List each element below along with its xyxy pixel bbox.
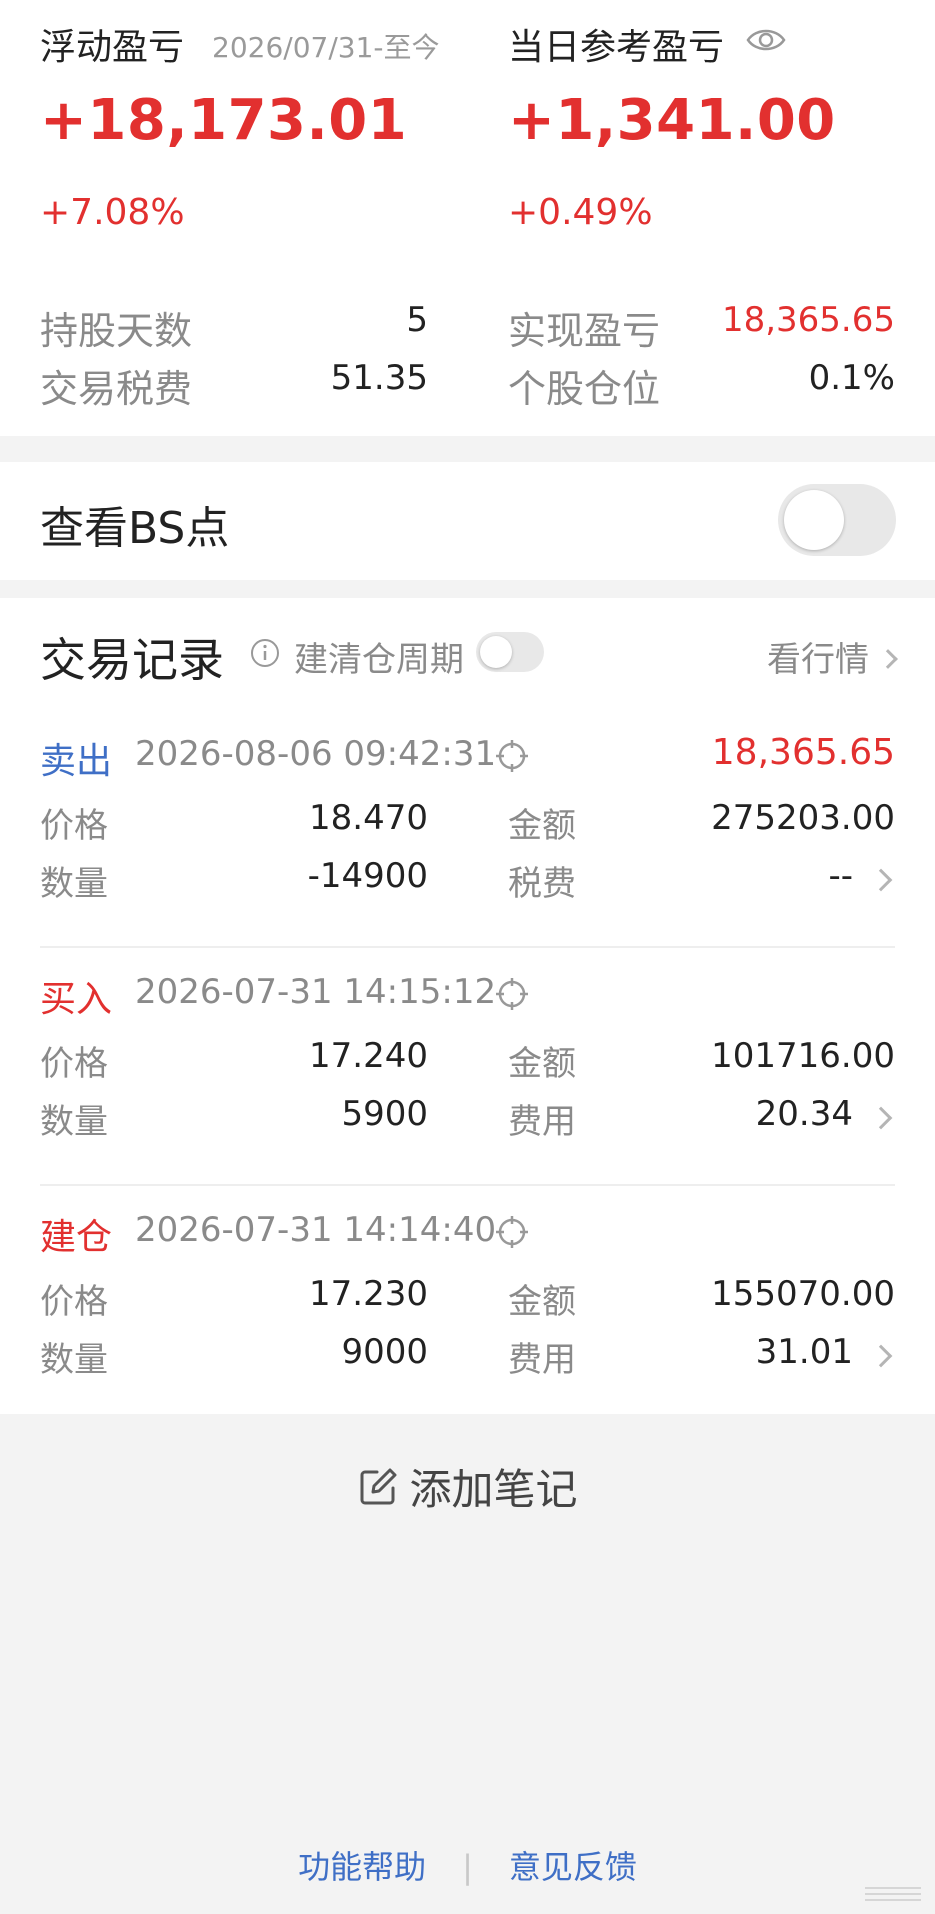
- trade-record[interactable]: 建仓 2026-07-31 14:14:40 价格 17.230 金额 1550…: [40, 1188, 895, 1424]
- amount-label: 金额: [508, 806, 576, 846]
- fee-label: 费用: [508, 1102, 576, 1142]
- help-link[interactable]: 功能帮助: [298, 1848, 426, 1886]
- bs-points-toggle[interactable]: [778, 484, 896, 556]
- footer-separator: |: [462, 1848, 473, 1886]
- view-market-link[interactable]: 看行情: [767, 632, 898, 681]
- amount-value: 101716.00: [711, 1036, 895, 1076]
- quantity-value: 5900: [341, 1094, 428, 1134]
- pl-summary-card: 浮动盈亏 2026/07/31-至今 +18,173.01 +7.08% 持股天…: [0, 0, 935, 436]
- fee-value: 20.34: [755, 1094, 853, 1134]
- quantity-label: 数量: [40, 864, 108, 904]
- amount-value: 155070.00: [711, 1274, 895, 1314]
- bs-points-label: 查看BS点: [40, 503, 230, 554]
- fee-value: 31.01: [755, 1332, 853, 1372]
- holding-days-label: 持股天数: [40, 309, 193, 353]
- floating-pl-value: +18,173.01: [40, 88, 408, 153]
- floating-pl-title: 浮动盈亏: [40, 27, 185, 68]
- trade-fees-label: 交易税费: [40, 367, 193, 411]
- bs-points-row: 查看BS点: [0, 462, 935, 580]
- quantity-label: 数量: [40, 1340, 108, 1380]
- info-icon[interactable]: [250, 638, 280, 668]
- date-range: 2026/07/31-至今: [212, 31, 440, 64]
- fee-label: 税费: [508, 864, 576, 904]
- chevron-right-icon[interactable]: [869, 1344, 893, 1368]
- price-label: 价格: [40, 806, 108, 846]
- trade-fees-value: 51.35: [330, 358, 428, 398]
- price-value: 17.240: [309, 1036, 428, 1076]
- quantity-value: 9000: [341, 1332, 428, 1372]
- chevron-right-icon: [878, 648, 898, 669]
- realized-pl-value: 18,365.65: [721, 300, 895, 340]
- position-ratio-value: 0.1%: [808, 358, 895, 398]
- trade-records-title: 交易记录: [40, 633, 224, 687]
- locate-icon[interactable]: [494, 738, 530, 774]
- cycle-label: 建清仓周期: [294, 640, 464, 680]
- eye-icon[interactable]: [746, 22, 786, 58]
- quantity-label: 数量: [40, 1102, 108, 1142]
- footer: 功能帮助 | 意见反馈: [0, 1842, 935, 1888]
- holding-days-value: 5: [406, 300, 428, 340]
- trade-record[interactable]: 卖出 2026-08-06 09:42:31 18,365.65 价格 18.4…: [40, 712, 895, 948]
- amount-label: 金额: [508, 1044, 576, 1084]
- trade-type: 买入: [40, 979, 113, 1020]
- price-label: 价格: [40, 1282, 108, 1322]
- chevron-right-icon[interactable]: [869, 868, 893, 892]
- daily-ref-pct: +0.49%: [508, 192, 653, 233]
- trade-records-card: 交易记录 建清仓周期 看行情 卖出 2026-08-06 09:42:31 18…: [0, 598, 935, 1414]
- trade-time: 2026-07-31 14:15:12: [135, 972, 497, 1012]
- chevron-right-icon[interactable]: [869, 1106, 893, 1130]
- trade-record[interactable]: 买入 2026-07-31 14:15:12 价格 17.240 金额 1017…: [40, 950, 895, 1186]
- daily-ref-value: +1,341.00: [508, 88, 836, 153]
- price-value: 18.470: [309, 798, 428, 838]
- amount-label: 金额: [508, 1282, 576, 1322]
- quantity-value: -14900: [307, 856, 428, 896]
- daily-ref-title: 当日参考盈亏: [508, 27, 725, 68]
- edit-icon: [360, 1468, 397, 1504]
- amount-value: 275203.00: [711, 798, 895, 838]
- trade-profit: 18,365.65: [711, 732, 895, 773]
- cycle-toggle-knob: [480, 636, 512, 668]
- fee-value: --: [828, 856, 853, 896]
- trade-time: 2026-07-31 14:14:40: [135, 1210, 497, 1250]
- trade-type: 卖出: [40, 741, 113, 782]
- price-label: 价格: [40, 1044, 108, 1084]
- toggle-knob: [784, 490, 844, 550]
- view-market-label: 看行情: [767, 640, 869, 680]
- add-note-button[interactable]: 添加笔记: [0, 1456, 935, 1517]
- feedback-link[interactable]: 意见反馈: [509, 1848, 637, 1886]
- fee-label: 费用: [508, 1340, 576, 1380]
- realized-pl-label: 实现盈亏: [508, 309, 661, 353]
- locate-icon[interactable]: [494, 1214, 530, 1250]
- cycle-toggle[interactable]: [476, 632, 544, 672]
- price-value: 17.230: [309, 1274, 428, 1314]
- floating-pl-pct: +7.08%: [40, 192, 185, 233]
- trade-time: 2026-08-06 09:42:31: [135, 734, 497, 774]
- position-ratio-label: 个股仓位: [508, 367, 661, 411]
- locate-icon[interactable]: [494, 976, 530, 1012]
- add-note-label: 添加笔记: [409, 1465, 578, 1514]
- resize-grip-icon: [865, 1887, 921, 1901]
- trade-type: 建仓: [40, 1217, 113, 1258]
